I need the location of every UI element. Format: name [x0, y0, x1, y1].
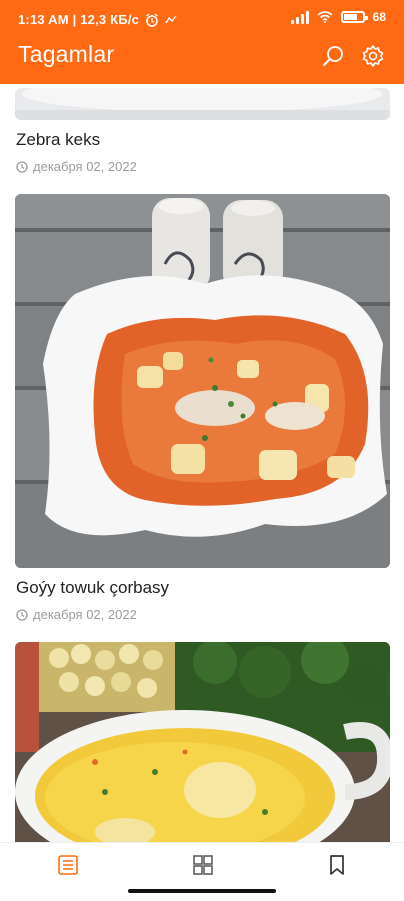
recipe-date-text: декабря 02, 2022	[33, 607, 137, 622]
recipe-image-soup[interactable]	[15, 642, 390, 842]
nav-grid-icon[interactable]	[189, 851, 217, 879]
nav-list-icon[interactable]	[54, 851, 82, 879]
home-indicator[interactable]	[128, 889, 276, 893]
page-title: Tagamlar	[18, 41, 115, 67]
recipe-date: декабря 02, 2022	[16, 607, 137, 622]
recipe-date: декабря 02, 2022	[16, 159, 137, 174]
alarm-icon	[146, 12, 158, 27]
gear-icon[interactable]	[360, 43, 386, 69]
status-left: 1:13 AM | 12,3 КБ/с	[18, 12, 177, 27]
wifi-icon	[317, 11, 333, 23]
search-icon[interactable]	[320, 43, 346, 69]
clock-icon	[16, 160, 28, 173]
battery-icon	[340, 11, 368, 23]
status-right: 68	[290, 10, 386, 24]
app-header: 1:13 AM | 12,3 КБ/с 68 Tagamlar	[0, 0, 404, 84]
battery-percent: 68	[372, 10, 386, 24]
recipe-date-text: декабря 02, 2022	[33, 159, 137, 174]
notification-icon	[165, 15, 177, 23]
recipe-image-goyy-towuk-corbasy[interactable]	[15, 194, 390, 568]
status-bar: 1:13 AM | 12,3 КБ/с 68	[0, 0, 404, 36]
clock-icon	[16, 608, 28, 621]
recipe-title[interactable]: Zebra keks	[16, 130, 100, 150]
recipe-image-zebra-keks[interactable]	[15, 88, 390, 120]
signal-icon	[290, 10, 309, 24]
nav-bookmark-icon[interactable]	[323, 851, 351, 879]
status-time: 1:13 AM | 12,3 КБ/с	[18, 12, 140, 27]
recipe-title[interactable]: Goýy towuk çorbasy	[16, 578, 169, 598]
